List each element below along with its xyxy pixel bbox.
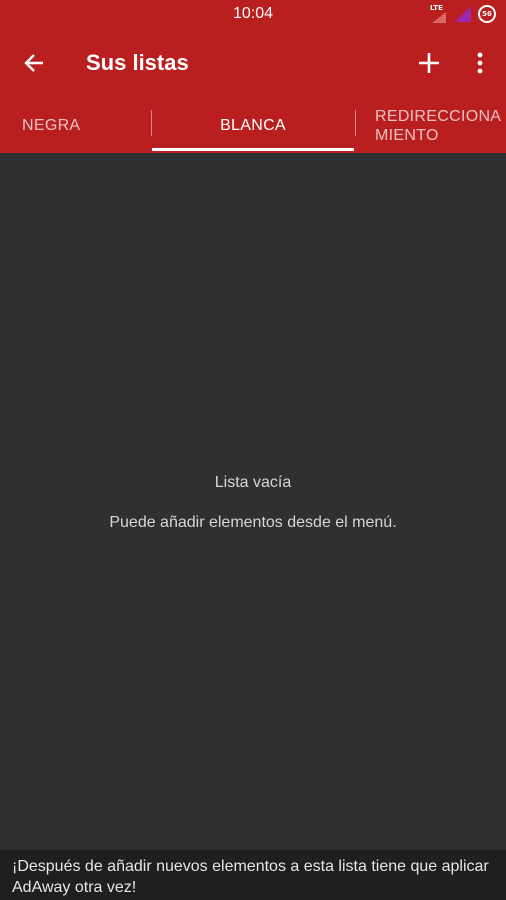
active-tab-indicator: [152, 148, 354, 151]
empty-list-title: Lista vacía: [214, 474, 292, 491]
tab-negra[interactable]: NEGRA: [0, 98, 150, 153]
empty-list-hint: Puede añadir elementos desde el menú.: [109, 514, 397, 531]
app-screen: 10:04 LTE 56 Sus listas NEGRA BLANCA RED…: [0, 0, 506, 900]
apply-notice-banner: ¡Después de añadir nuevos elementos a es…: [0, 850, 506, 900]
app-bar: Sus listas: [0, 28, 506, 98]
lte-label: LTE: [430, 4, 443, 12]
overflow-menu-button[interactable]: [464, 43, 496, 83]
more-vert-icon: [477, 52, 483, 74]
add-item-button[interactable]: [409, 43, 449, 83]
lte-signal-icon: LTE: [430, 4, 448, 24]
battery-icon: 56: [478, 5, 496, 23]
status-icons: LTE 56: [430, 4, 496, 24]
tab-bar: NEGRA BLANCA REDIRECCIONAMIENTO: [0, 98, 506, 153]
tab-redireccionamiento[interactable]: REDIRECCIONAMIENTO: [356, 98, 506, 153]
page-title: Sus listas: [86, 50, 189, 75]
add-icon: [419, 53, 439, 73]
cell-signal-icon: [455, 6, 471, 22]
back-button[interactable]: [14, 43, 54, 83]
status-bar: 10:04 LTE 56: [0, 0, 506, 28]
back-arrow-icon: [24, 54, 43, 72]
tab-blanca[interactable]: BLANCA: [152, 98, 354, 153]
